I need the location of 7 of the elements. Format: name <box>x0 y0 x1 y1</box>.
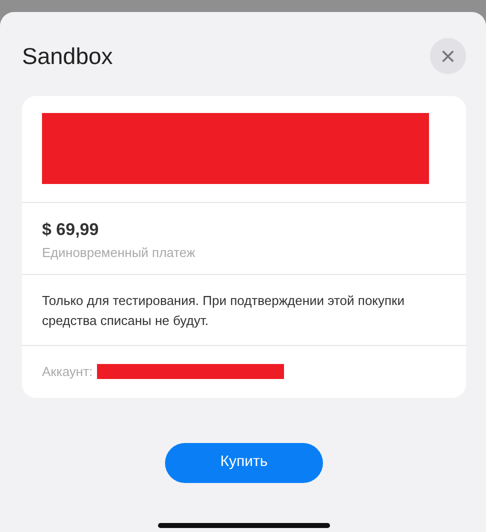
sheet-title: Sandbox <box>22 42 113 71</box>
notice-text: Только для тестирования. При подтверждении этой покупки средства списаны не будут. <box>42 292 406 330</box>
price: $ 69,99 <box>42 219 100 241</box>
close-button[interactable]: × <box>430 38 466 74</box>
buy-button[interactable]: Купить <box>165 442 323 482</box>
account-label: Аккаунт: <box>42 363 93 381</box>
billing-type: Единовременный платеж <box>42 244 196 262</box>
